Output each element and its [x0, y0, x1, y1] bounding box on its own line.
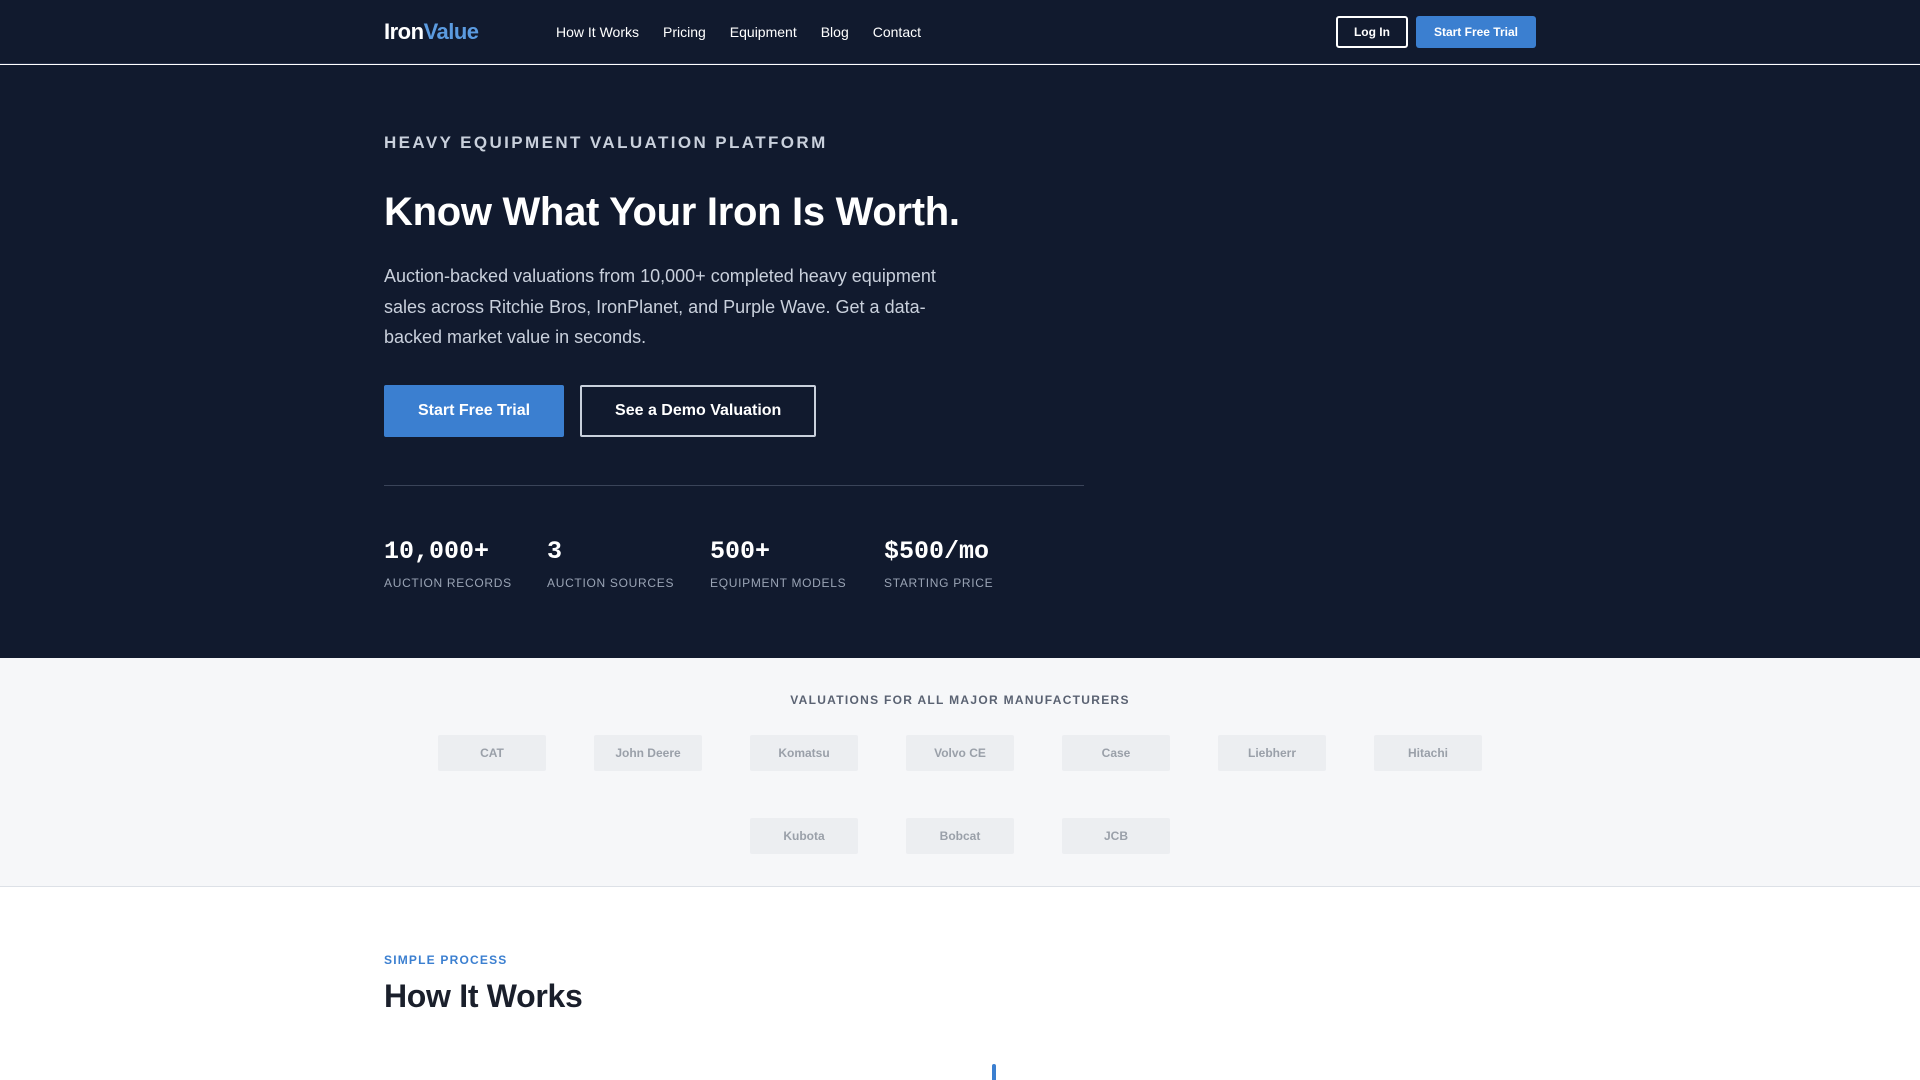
- manufacturer-chip-bobcat: Bobcat: [906, 818, 1014, 854]
- nav-link-equipment[interactable]: Equipment: [730, 24, 797, 40]
- how-it-works-title: How It Works: [384, 978, 583, 1014]
- manufacturer-chip-komatsu: Komatsu: [750, 735, 858, 771]
- stat-label: AUCTION RECORDS: [384, 576, 512, 590]
- top-navbar: IronValue How It Works Pricing Equipment…: [0, 0, 1920, 64]
- stat-value: 10,000+: [384, 537, 490, 566]
- manufacturer-chip-kubota: Kubota: [750, 818, 858, 854]
- manufacturer-chip-john-deere: John Deere: [594, 735, 702, 771]
- hero-headline: Know What Your Iron Is Worth.: [384, 190, 960, 234]
- demo-valuation-button[interactable]: See a Demo Valuation: [580, 385, 817, 437]
- how-it-works-section: SIMPLE PROCESS How It Works: [0, 888, 1920, 1080]
- manufacturers-title: VALUATIONS FOR ALL MAJOR MANUFACTURERS: [790, 693, 1130, 707]
- stat-value: 3: [547, 537, 563, 566]
- hero-eyebrow: HEAVY EQUIPMENT VALUATION PLATFORM: [384, 133, 828, 152]
- login-button[interactable]: Log In: [1335, 16, 1408, 48]
- nav-links: How It Works Pricing Equipment Blog Cont…: [556, 24, 921, 40]
- manufacturer-chip-case: Case: [1062, 735, 1170, 771]
- start-free-trial-button[interactable]: Start Free Trial: [384, 385, 565, 437]
- stat-value: 500+: [710, 537, 771, 566]
- manufacturer-row: CAT John Deere Komatsu Volvo CE Case Lie…: [0, 735, 1920, 771]
- stat-auction-sources: 3 AUCTION SOURCES: [547, 537, 710, 590]
- manufacturer-chip-jcb: JCB: [1062, 818, 1170, 854]
- nav-actions: Log In Start Free Trial: [1335, 16, 1536, 48]
- hero-cta-group: Start Free Trial See a Demo Valuation: [384, 385, 817, 437]
- nav-link-pricing[interactable]: Pricing: [663, 24, 706, 40]
- stats-row: 10,000+ AUCTION RECORDS 3 AUCTION SOURCE…: [384, 537, 993, 590]
- nav-link-how-it-works[interactable]: How It Works: [556, 24, 639, 40]
- how-it-works-content: SIMPLE PROCESS How It Works: [384, 888, 1536, 1080]
- landing-page: IronValue How It Works Pricing Equipment…: [0, 0, 1920, 1080]
- stat-equipment-models: 500+ EQUIPMENT MODELS: [710, 537, 884, 590]
- stat-starting-price: $500/mo STARTING PRICE: [884, 537, 993, 590]
- logo-accent-text: Value: [423, 19, 479, 44]
- hero-section: HEAVY EQUIPMENT VALUATION PLATFORM Know …: [0, 65, 1920, 658]
- hero-divider: [384, 485, 1084, 486]
- manufacturer-chip-cat: CAT: [438, 735, 546, 771]
- stat-value: $500/mo: [884, 537, 990, 566]
- hero-subcopy: Auction-backed valuations from 10,000+ c…: [384, 266, 936, 347]
- logo-primary-text: Iron: [384, 19, 424, 44]
- manufacturers-section: VALUATIONS FOR ALL MAJOR MANUFACTURERS C…: [0, 658, 1920, 887]
- logo[interactable]: IronValue: [384, 19, 556, 45]
- stat-auction-records: 10,000+ AUCTION RECORDS: [384, 537, 547, 590]
- manufacturer-row: Kubota Bobcat JCB: [0, 818, 1920, 854]
- manufacturer-chip-volvo-ce: Volvo CE: [906, 735, 1014, 771]
- stat-label: AUCTION SOURCES: [547, 576, 675, 590]
- step-accent-bar: [992, 1064, 996, 1080]
- stat-label: EQUIPMENT MODELS: [710, 576, 847, 590]
- nav-link-contact[interactable]: Contact: [873, 24, 921, 40]
- stat-label: STARTING PRICE: [884, 576, 994, 590]
- how-it-works-eyebrow: SIMPLE PROCESS: [384, 953, 508, 967]
- nav-start-trial-button[interactable]: Start Free Trial: [1415, 16, 1536, 48]
- navbar-content: IronValue How It Works Pricing Equipment…: [384, 0, 1536, 64]
- nav-link-blog[interactable]: Blog: [821, 24, 849, 40]
- manufacturer-chip-liebherr: Liebherr: [1218, 735, 1326, 771]
- manufacturer-chip-hitachi: Hitachi: [1374, 735, 1482, 771]
